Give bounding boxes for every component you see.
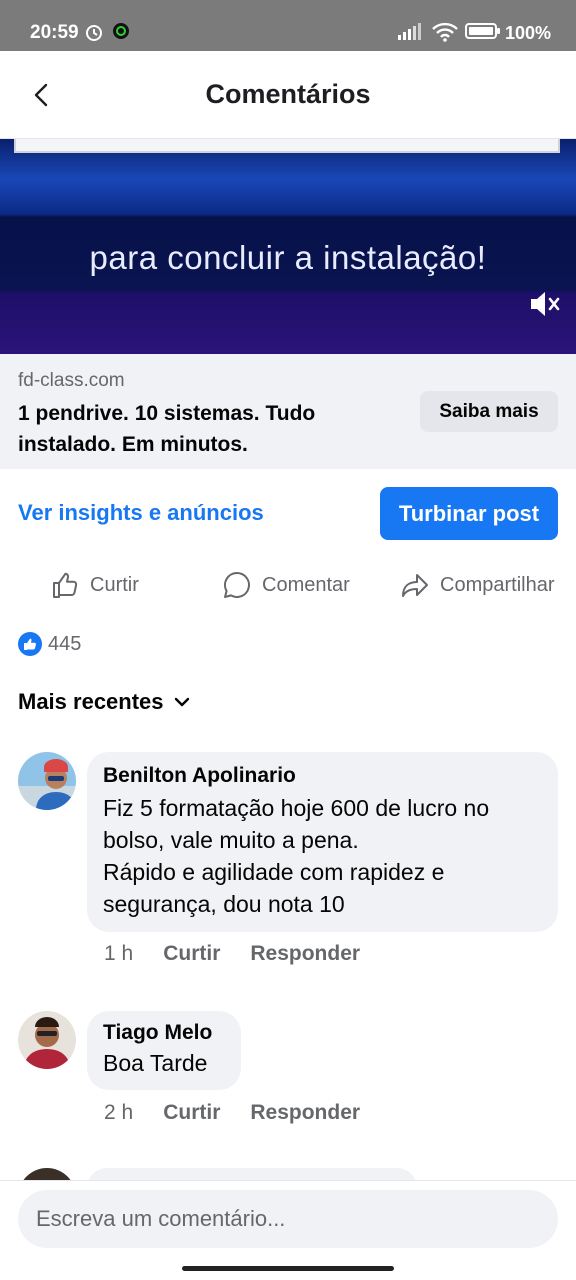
speaker-muted-icon (531, 292, 560, 316)
comment-action-label: Comentar (262, 573, 350, 596)
comment-sort-dropdown[interactable]: Mais recentes (18, 689, 190, 715)
link-domain: fd-class.com (18, 370, 125, 391)
signal-icon (398, 22, 424, 45)
comment-bubble[interactable]: Tiago Melo Boa Tarde (87, 1011, 241, 1090)
share-action-label: Compartilhar (440, 573, 555, 596)
avatar[interactable] (18, 752, 76, 810)
reaction-summary[interactable]: 445 (18, 632, 81, 656)
comment-time: 2 h (104, 1101, 134, 1124)
video-caption: para concluir a instalação! (89, 239, 487, 276)
like-action-label: Curtir (90, 573, 139, 596)
page-title: Comentários (205, 79, 371, 109)
insights-link[interactable]: Ver insights e anúncios (18, 500, 264, 526)
comment-meta: 1 h Curtir Responder (104, 942, 360, 966)
status-bar: 20:59 100% (0, 0, 576, 51)
comment-reply-button[interactable]: Responder (250, 942, 360, 966)
boost-post-button[interactable]: Turbinar post (380, 487, 558, 540)
like-action-button[interactable]: Curtir (50, 568, 139, 602)
comment-time: 1 h (104, 942, 134, 965)
reaction-count: 445 (48, 632, 82, 655)
learn-more-button[interactable]: Saiba mais (420, 391, 558, 432)
comment-input[interactable]: Escreva um comentário... (18, 1190, 558, 1248)
mute-button[interactable] (528, 289, 560, 319)
comment-author[interactable]: Benilton Apolinario (103, 764, 542, 788)
wifi-icon (432, 22, 458, 47)
share-action-button[interactable]: Compartilhar (400, 568, 554, 602)
comment-meta: 2 h Curtir Responder (104, 1101, 360, 1125)
app-bar: Comentários (0, 51, 576, 139)
speech-bubble-icon (224, 572, 250, 598)
comment-like-button[interactable]: Curtir (163, 942, 220, 966)
comment-reply-button[interactable]: Responder (250, 1101, 360, 1125)
thumbs-up-icon (53, 572, 78, 598)
post-video[interactable]: para concluir a instalação! (0, 139, 576, 354)
status-time: 20:59 (30, 22, 79, 43)
share-arrow-icon (402, 574, 428, 597)
link-headline: 1 pendrive. 10 sistemas. Tudo instalado.… (18, 402, 316, 456)
comment-like-button[interactable]: Curtir (163, 1101, 220, 1125)
comment-bubble[interactable]: Benilton Apolinario Fiz 5 formatação hoj… (87, 752, 558, 932)
user-avatar-image (18, 752, 76, 810)
alarm-icon (84, 22, 104, 47)
avatar[interactable] (18, 1011, 76, 1069)
sort-label: Mais recentes (18, 689, 164, 714)
user-avatar-image (18, 1011, 76, 1069)
comment-action-button[interactable]: Comentar (222, 568, 350, 602)
home-indicator[interactable] (182, 1266, 394, 1271)
battery-icon (465, 22, 501, 45)
chevron-down-icon (174, 697, 189, 707)
comment-text: Fiz 5 formatação hoje 600 de lucro no bo… (103, 795, 490, 917)
app-notification-icon (112, 22, 130, 45)
video-frame-element (14, 139, 560, 153)
battery-percentage: 100% (505, 23, 552, 43)
comment-author[interactable]: Tiago Melo (103, 1021, 225, 1045)
like-reaction-icon (18, 632, 42, 656)
comment-composer: Escreva um comentário... (0, 1180, 576, 1280)
comment-text: Boa Tarde (103, 1050, 208, 1076)
link-preview[interactable]: fd-class.com 1 pendrive. 10 sistemas. Tu… (0, 354, 576, 469)
